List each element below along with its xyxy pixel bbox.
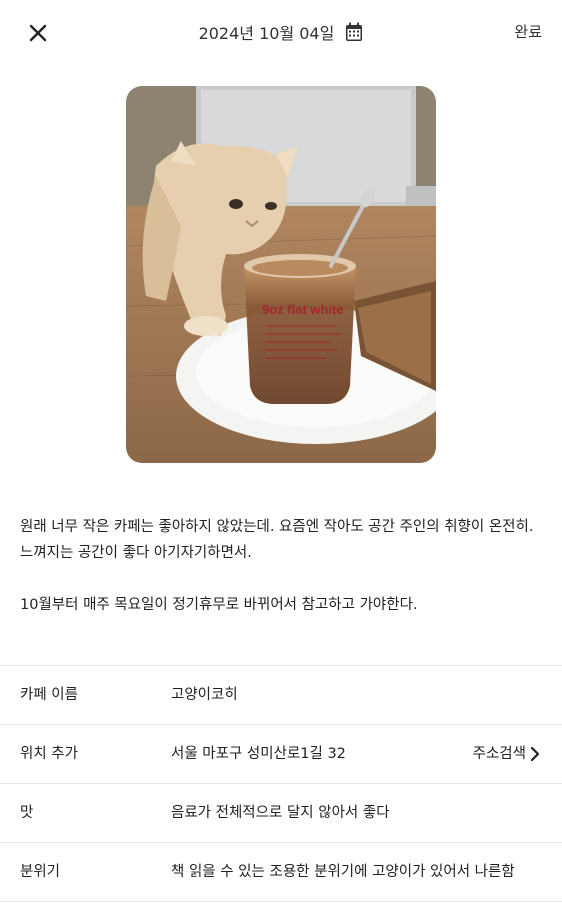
row-label: 맛 (20, 805, 34, 821)
taste-row[interactable]: 맛 음료가 전체적으로 달지 않아서 좋다 (0, 784, 562, 843)
cup-print-text: 9oz flat white (262, 302, 344, 317)
done-button[interactable]: 완료 (514, 21, 542, 42)
date-selector[interactable]: 2024년 10월 04일 (0, 20, 562, 44)
atmosphere-value: 책 읽을 수 있는 조용한 분위기에 고양이가 있어서 나른함 (171, 864, 515, 880)
top-bar: 2024년 10월 04일 완료 (0, 0, 562, 64)
memo-text: 원래 너무 작은 카페는 좋아하지 않았는데. 요즘엔 작아도 공간 주인의 취… (20, 514, 542, 618)
cafe-photo: 9oz flat white (126, 86, 436, 463)
address-search-button[interactable]: 주소검색 (473, 725, 540, 783)
location-value: 서울 마포구 성미산로1길 32 (171, 746, 346, 762)
date-text: 2024년 10월 04일 (198, 24, 335, 43)
taste-value: 음료가 전체적으로 달지 않아서 좋다 (171, 805, 390, 821)
cafe-name-row[interactable]: 카페 이름 고양이코히 (0, 666, 562, 725)
cafe-info-list: 카페 이름 고양이코히 위치 추가 서울 마포구 성미산로1길 32 주소검색 … (0, 665, 562, 902)
location-row[interactable]: 위치 추가 서울 마포구 성미산로1길 32 주소검색 (0, 725, 562, 784)
memo-paragraph: 10월부터 매주 목요일이 정기휴무로 바뀌어서 참고하고 가야한다. (20, 597, 418, 613)
chevron-right-icon (530, 746, 540, 762)
atmosphere-row[interactable]: 분위기 책 읽을 수 있는 조용한 분위기에 고양이가 있어서 나른함 (0, 843, 562, 902)
row-label: 위치 추가 (20, 746, 78, 762)
cafe-photo-illustration: 9oz flat white (126, 86, 436, 463)
calendar-icon (346, 22, 363, 41)
memo-paragraph: 원래 너무 작은 카페는 좋아하지 않았는데. 요즘엔 작아도 공간 주인의 취… (20, 519, 534, 561)
address-search-label: 주소검색 (472, 746, 526, 762)
row-label: 카페 이름 (20, 687, 78, 703)
row-label: 분위기 (20, 864, 61, 880)
cafe-name-value: 고양이코히 (171, 687, 238, 703)
